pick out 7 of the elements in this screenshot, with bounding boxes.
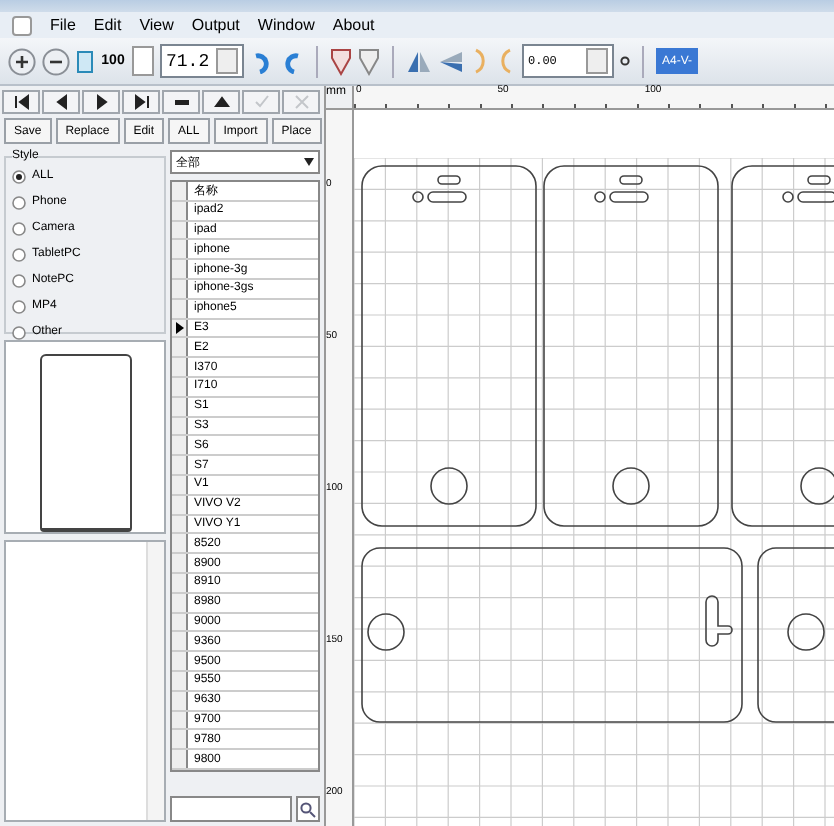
menu-item[interactable]: Edit xyxy=(93,16,122,34)
menu-item[interactable]: File xyxy=(50,16,76,34)
menu-item[interactable]: Output xyxy=(191,16,240,34)
menu-item[interactable]: Window xyxy=(257,16,315,34)
menu-item[interactable]: About xyxy=(332,16,375,34)
menu-item[interactable]: View xyxy=(139,16,174,34)
zoom-field[interactable]: 71.2 xyxy=(160,44,244,78)
